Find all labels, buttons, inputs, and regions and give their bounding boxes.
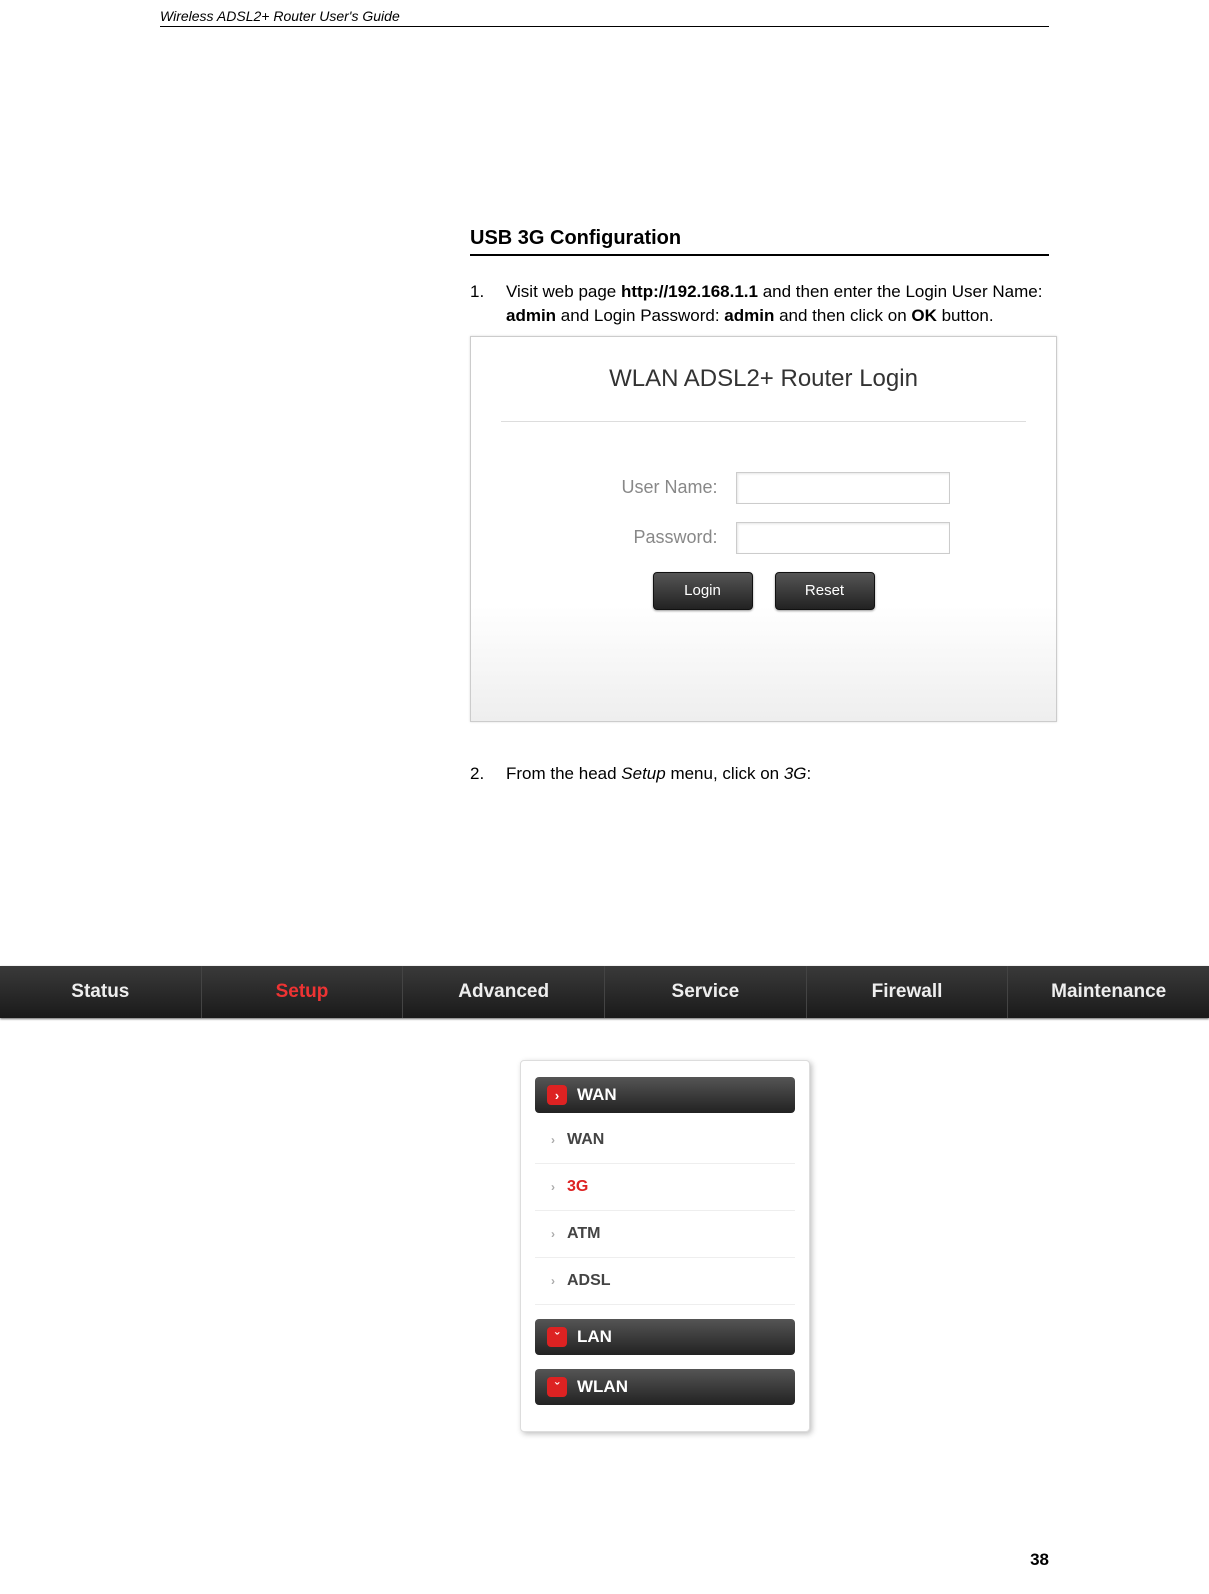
login-button[interactable]: Login [653,572,753,610]
nav-setup[interactable]: Setup [202,966,404,1018]
page-number: 38 [1030,1550,1049,1570]
3g-italic: 3G [784,764,807,783]
section-title: USB 3G Configuration [470,227,1049,256]
side-menu: › WAN › WAN › 3G › ATM › ADSL ˇ LAN ˇ WL… [520,1060,810,1432]
label: ATM [567,1225,600,1243]
step-1: 1. Visit web page http://192.168.1.1 and… [470,280,1049,328]
url: http://192.168.1.1 [621,282,758,301]
menu-item-wan[interactable]: › WAN [535,1117,795,1164]
label: ADSL [567,1272,611,1290]
text: and Login Password: [556,306,724,325]
step-1-text: Visit web page http://192.168.1.1 and th… [506,280,1049,328]
nav-status[interactable]: Status [0,966,202,1018]
step-1-number: 1. [470,280,506,328]
nav-firewall[interactable]: Firewall [807,966,1009,1018]
text: menu, click on [666,764,784,783]
chevron-right-icon: › [551,1180,555,1194]
menu-wan-label: WAN [577,1085,617,1105]
label: WAN [567,1131,604,1149]
menu-item-atm[interactable]: › ATM [535,1211,795,1258]
text: and then enter the Login User Name: [758,282,1042,301]
menu-lan-label: LAN [577,1327,612,1347]
login-pass: admin [724,306,774,325]
text: : [807,764,812,783]
nav-service[interactable]: Service [605,966,807,1018]
password-input[interactable] [736,522,950,554]
username-input[interactable] [736,472,950,504]
nav-advanced[interactable]: Advanced [403,966,605,1018]
password-label: Password: [578,527,736,548]
label: 3G [567,1178,588,1196]
step-2-text: From the head Setup menu, click on 3G: [506,762,811,786]
nav-maintenance[interactable]: Maintenance [1008,966,1209,1018]
ok-text: OK [911,306,937,325]
menu-wlan-label: WLAN [577,1377,628,1397]
chevron-right-icon: › [547,1085,567,1105]
login-user: admin [506,306,556,325]
chevron-right-icon: › [551,1227,555,1241]
setup-italic: Setup [621,764,665,783]
top-nav: Status Setup Advanced Service Firewall M… [0,966,1209,1018]
menu-wan-header[interactable]: › WAN [535,1077,795,1113]
menu-lan-header[interactable]: ˇ LAN [535,1319,795,1355]
step-2: 2. From the head Setup menu, click on 3G… [470,762,1049,786]
divider [501,421,1026,422]
username-label: User Name: [578,477,736,498]
step-2-number: 2. [470,762,506,786]
menu-wlan-header[interactable]: ˇ WLAN [535,1369,795,1405]
text: From the head [506,764,621,783]
text: Visit web page [506,282,621,301]
chevron-right-icon: › [551,1133,555,1147]
chevron-down-icon: ˇ [547,1327,567,1347]
login-title: WLAN ADSL2+ Router Login [471,365,1056,393]
menu-item-3g[interactable]: › 3G [535,1164,795,1211]
login-panel: WLAN ADSL2+ Router Login User Name: Pass… [470,336,1057,722]
chevron-right-icon: › [551,1274,555,1288]
doc-header: Wireless ADSL2+ Router User's Guide [160,8,1049,27]
reset-button[interactable]: Reset [775,572,875,610]
chevron-down-icon: ˇ [547,1377,567,1397]
menu-item-adsl[interactable]: › ADSL [535,1258,795,1305]
text: and then click on [774,306,911,325]
text: button. [937,306,994,325]
